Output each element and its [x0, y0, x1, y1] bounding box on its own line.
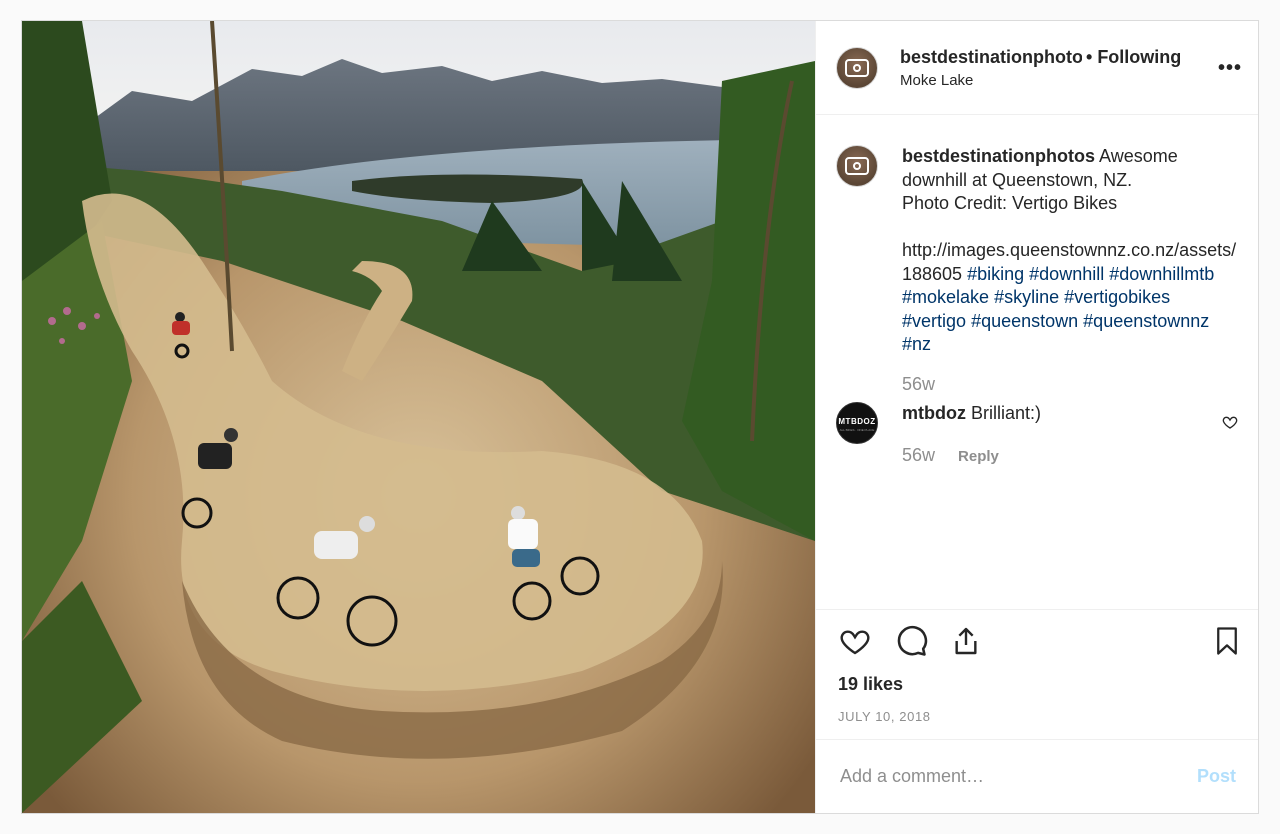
author-username[interactable]: bestdestinationphotos — [900, 46, 1082, 68]
post-actions: 19 likes JULY 10, 2018 — [816, 609, 1258, 739]
separator-dot: • — [1086, 47, 1093, 67]
caption-age[interactable]: 56w — [902, 374, 935, 394]
caption-body: bestdestinationphotos Awesome downhill a… — [902, 145, 1238, 396]
likes-count[interactable]: 19 likes — [838, 674, 1238, 695]
hashtag-link[interactable]: #downhillmtb — [1109, 264, 1214, 284]
comment-text: Brilliant:) — [965, 403, 1041, 423]
post-date[interactable]: JULY 10, 2018 — [838, 709, 1238, 724]
add-comment-input[interactable] — [838, 765, 1197, 788]
post-photo[interactable] — [22, 21, 815, 813]
comment-item: MTBDOZ ALL BIKES · ONE PLACE mtbdoz Bril… — [836, 402, 1238, 468]
hashtag-link[interactable]: #biking — [967, 264, 1024, 284]
hashtag-link[interactable]: #nz — [902, 334, 931, 354]
comment-username[interactable]: mtbdoz — [902, 403, 966, 423]
camera-icon — [845, 58, 869, 77]
hashtag-link[interactable]: #downhill — [1029, 264, 1104, 284]
post-card: bestdestinationphotos • Following Moke L… — [21, 20, 1259, 814]
comment-bubble-icon[interactable] — [894, 624, 928, 663]
following-button[interactable]: Following — [1097, 46, 1181, 68]
comment-body: mtbdoz Brilliant:) 56w Reply — [902, 402, 1238, 468]
hashtag-link[interactable]: #mokelake — [902, 287, 989, 307]
commenter-avatar[interactable]: MTBDOZ ALL BIKES · ONE PLACE — [836, 402, 878, 444]
camera-icon — [845, 157, 869, 175]
comment-age[interactable]: 56w — [902, 445, 935, 465]
post-sidebar: bestdestinationphotos • Following Moke L… — [815, 21, 1258, 813]
add-comment-bar: Post — [816, 739, 1258, 813]
downhill-bike-photo — [22, 21, 815, 813]
author-line: bestdestinationphotos • Following — [900, 46, 1210, 68]
mtbdoz-logo: MTBDOZ — [838, 417, 876, 426]
post-header: bestdestinationphotos • Following Moke L… — [816, 21, 1258, 115]
caption-text-line2: Photo Credit: Vertigo Bikes — [902, 193, 1118, 213]
reply-button[interactable]: Reply — [958, 448, 999, 465]
caption-username[interactable]: bestdestinationphotos — [902, 146, 1095, 166]
author-avatar[interactable] — [836, 145, 878, 187]
bookmark-icon[interactable] — [1212, 624, 1242, 663]
comment-like-heart-icon[interactable] — [1222, 414, 1238, 435]
post-comment-button[interactable]: Post — [1197, 766, 1236, 787]
hashtag-link[interactable]: #vertigo — [902, 311, 966, 331]
comments-area: bestdestinationphotos Awesome downhill a… — [816, 115, 1258, 609]
mtbdoz-logo-tagline: ALL BIKES · ONE PLACE — [839, 428, 875, 432]
share-upload-icon[interactable] — [950, 624, 982, 663]
more-options-icon[interactable]: ••• — [1218, 58, 1241, 78]
hashtag-link[interactable]: #skyline — [994, 287, 1059, 307]
caption-meta: 56w — [902, 373, 1238, 397]
caption: bestdestinationphotos Awesome downhill a… — [836, 145, 1238, 396]
location-link[interactable]: Moke Lake — [900, 72, 1210, 89]
author-info: bestdestinationphotos • Following Moke L… — [900, 46, 1210, 89]
hashtag-link[interactable]: #vertigobikes — [1064, 287, 1170, 307]
heart-icon[interactable] — [838, 625, 872, 662]
hashtag-link[interactable]: #queenstown — [971, 311, 1078, 331]
comment-meta: 56w Reply — [902, 444, 1208, 469]
hashtag-link[interactable]: #queenstownnz — [1083, 311, 1209, 331]
action-icons-row — [838, 624, 1238, 663]
author-avatar[interactable] — [836, 46, 878, 89]
